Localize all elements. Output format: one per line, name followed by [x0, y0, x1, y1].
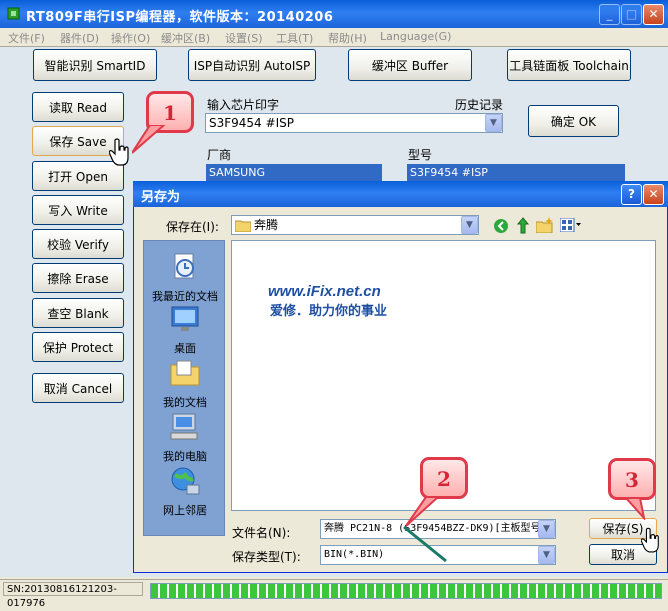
chip-input-field[interactable]: S3F9454 #ISP	[205, 113, 503, 133]
buffer-button[interactable]: 缓冲区 Buffer	[348, 49, 472, 81]
app-chip-icon	[7, 7, 20, 20]
new-folder-icon[interactable]	[536, 217, 554, 233]
dialog-title: 另存为	[141, 190, 181, 205]
model-label: 型号	[408, 148, 433, 162]
chip-history-dropdown[interactable]: ▼	[485, 114, 502, 132]
menu-file[interactable]: 文件(F)	[8, 30, 45, 46]
filetype-dropdown[interactable]: ▼	[538, 546, 555, 564]
place-desktop[interactable]: 桌面	[144, 303, 226, 356]
my-documents-icon	[170, 360, 200, 386]
window-title: RT809F串行ISP编程器，软件版本：20140206	[26, 10, 334, 25]
menu-device[interactable]: 器件(D)	[60, 30, 99, 46]
menu-settings[interactable]: 设置(S)	[225, 30, 263, 46]
save-in-dropdown[interactable]: ▼	[461, 216, 478, 234]
cancel-side-button[interactable]: 取消 Cancel	[32, 373, 124, 403]
serial-number: SN:20130816121203-017976	[3, 582, 143, 609]
close-button[interactable]: ✕	[643, 4, 664, 25]
back-icon[interactable]	[493, 218, 509, 234]
save-in-combo[interactable]: 奔腾	[231, 215, 479, 235]
menu-help[interactable]: 帮助(H)	[328, 30, 367, 46]
places-bar: 我最近的文档 桌面 我的文档 我的电脑 网上邻居	[143, 240, 225, 536]
smart-id-button[interactable]: 智能识别 SmartID	[33, 49, 157, 81]
menu-bar: 文件(F) 器件(D) 操作(O) 缓冲区(B) 设置(S) 工具(T) 帮助(…	[0, 28, 668, 46]
status-bar: SN:20130816121203-017976	[0, 579, 668, 609]
save-in-label: 保存在(I):	[166, 220, 219, 234]
recent-documents-icon	[174, 253, 194, 279]
place-network-label: 网上邻居	[163, 504, 207, 517]
hand-cursor-icon	[109, 138, 129, 166]
menu-language[interactable]: Language(G)	[380, 30, 451, 43]
dialog-help-button[interactable]: ?	[621, 184, 642, 205]
place-my-documents-label: 我的文档	[163, 396, 207, 409]
desktop-icon	[171, 306, 199, 331]
minimize-button[interactable]: _	[599, 4, 620, 25]
watermark-url: www.iFix.net.cn	[268, 283, 381, 300]
blank-button[interactable]: 查空 Blank	[32, 298, 124, 328]
model-list-selected[interactable]: S3F9454 #ISP	[407, 164, 625, 182]
erase-button[interactable]: 擦除 Erase	[32, 263, 124, 293]
ok-button[interactable]: 确定 OK	[528, 105, 619, 137]
place-my-computer[interactable]: 我的电脑	[144, 411, 226, 464]
filename-label: 文件名(N):	[232, 526, 291, 540]
read-button[interactable]: 读取 Read	[32, 92, 124, 122]
place-my-documents[interactable]: 我的文档	[144, 357, 226, 410]
dialog-title-bar: 另存为	[133, 181, 668, 207]
my-computer-icon	[170, 413, 198, 440]
verify-button[interactable]: 校验 Verify	[32, 229, 124, 259]
dialog-close-button[interactable]: ✕	[643, 184, 664, 205]
place-my-computer-label: 我的电脑	[163, 450, 207, 463]
menu-tools[interactable]: 工具(T)	[276, 30, 313, 46]
menu-buffer[interactable]: 缓冲区(B)	[161, 30, 210, 46]
maximize-button[interactable]: □	[621, 4, 642, 25]
callout-2-pointer	[405, 497, 440, 527]
pen-pointer-icon	[403, 525, 447, 563]
callout-3-pointer	[624, 498, 646, 520]
filename-dropdown[interactable]: ▼	[538, 520, 555, 538]
hand-cursor-icon-2	[641, 527, 659, 553]
watermark-slogan: 爱修．助力你的事业	[270, 304, 388, 319]
history-label: 历史记录	[455, 98, 504, 112]
up-folder-icon[interactable]	[515, 217, 531, 234]
filetype-label: 保存类型(T):	[232, 550, 301, 564]
menu-operation[interactable]: 操作(O)	[111, 30, 150, 46]
callout-1-pointer	[132, 125, 166, 154]
progress-bar	[150, 583, 662, 599]
place-desktop-label: 桌面	[174, 342, 196, 355]
vendor-label: 厂商	[207, 148, 232, 162]
folder-icon	[235, 220, 251, 232]
callout-step-3: 3	[608, 458, 656, 500]
protect-button[interactable]: 保护 Protect	[32, 332, 124, 362]
network-places-icon	[171, 467, 200, 495]
callout-step-2: 2	[420, 457, 468, 499]
title-bar: RT809F串行ISP编程器，软件版本：20140206	[0, 0, 668, 28]
toolchain-button[interactable]: 工具链面板 Toolchain	[507, 49, 631, 81]
write-button[interactable]: 写入 Write	[32, 195, 124, 225]
view-menu-icon[interactable]	[560, 218, 582, 232]
vendor-list-selected[interactable]: SAMSUNG	[206, 164, 382, 182]
place-recent[interactable]: 我最近的文档	[144, 251, 226, 304]
place-network[interactable]: 网上邻居	[144, 465, 226, 518]
chip-input-label: 输入芯片印字	[207, 98, 280, 112]
place-recent-label: 我最近的文档	[152, 290, 218, 303]
auto-isp-button[interactable]: ISP自动识别 AutoISP	[188, 49, 316, 81]
progress-fill	[151, 584, 661, 598]
